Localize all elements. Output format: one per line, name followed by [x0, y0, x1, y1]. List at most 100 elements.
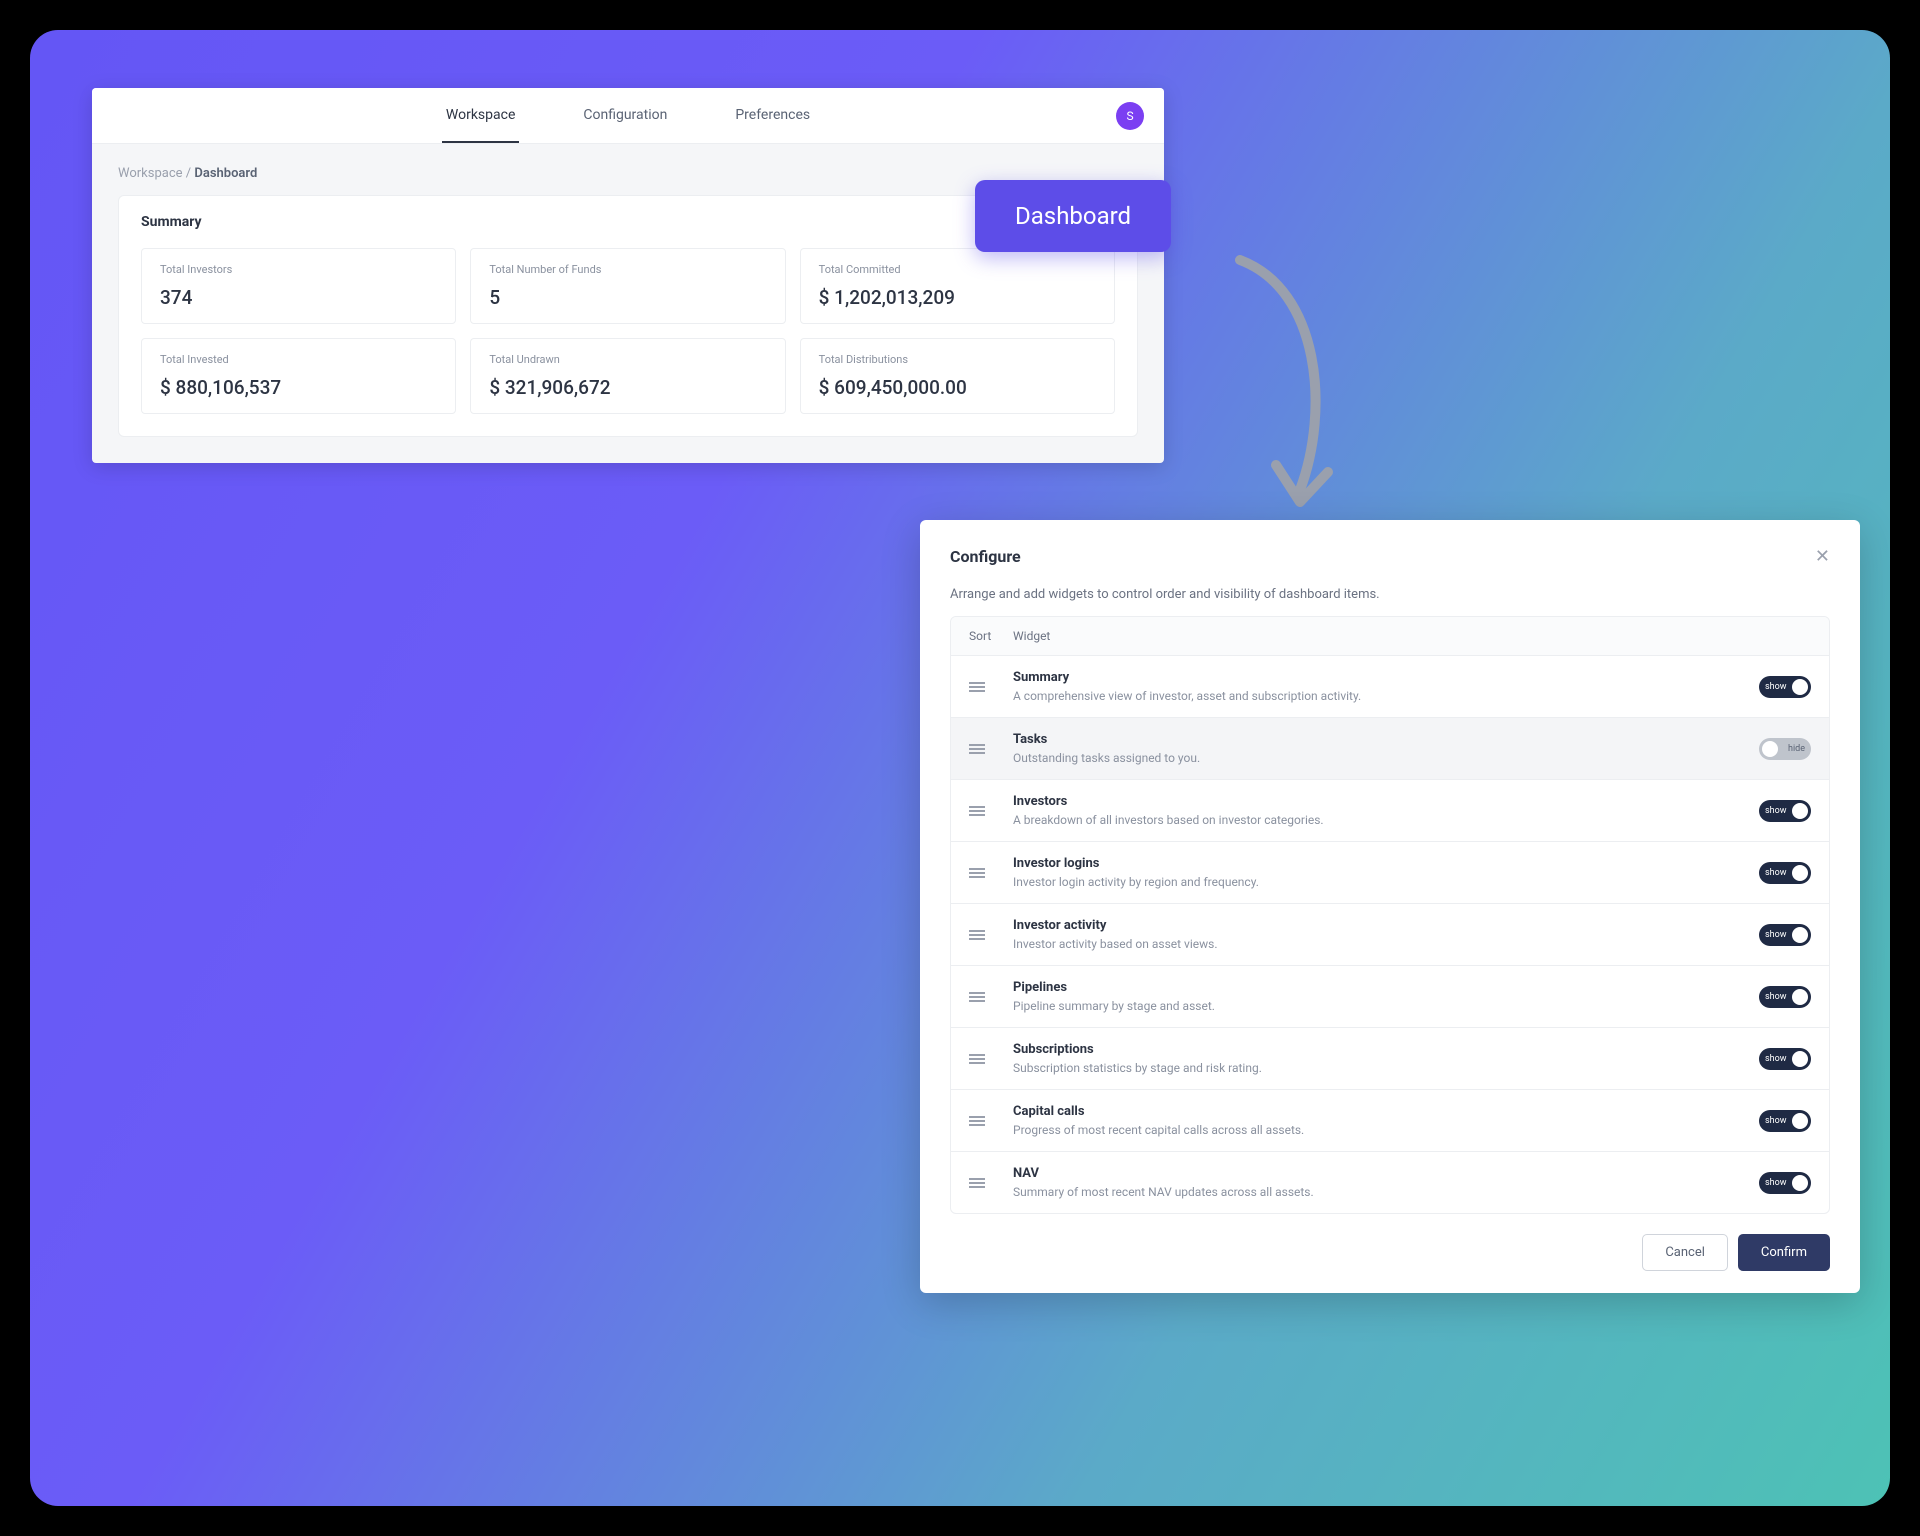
widget-name: Investor activity	[1013, 918, 1759, 933]
stat-card: Total Number of Funds 5	[470, 248, 785, 324]
widget-row: Pipelines Pipeline summary by stage and a…	[951, 966, 1829, 1028]
widget-desc: Outstanding tasks assigned to you.	[1013, 751, 1759, 765]
dashboard-badge: Dashboard	[975, 180, 1171, 252]
toggle-knob	[1792, 1175, 1808, 1191]
configure-panel: Configure ✕ Arrange and add widgets to c…	[920, 520, 1860, 1293]
toggle-label: show	[1765, 1178, 1787, 1188]
configure-footer: Cancel Confirm	[950, 1234, 1830, 1271]
stat-card: Total Invested $ 880,106,537	[141, 338, 456, 414]
widget-name: Capital calls	[1013, 1104, 1759, 1119]
canvas: Workspace Configuration Preferences S Wo…	[30, 30, 1890, 1506]
widget-desc: Progress of most recent capital calls ac…	[1013, 1123, 1759, 1137]
widget-name: Investor logins	[1013, 856, 1759, 871]
widget-list: Sort Widget SummaryA comprehensive view …	[950, 616, 1830, 1214]
stat-value: $ 321,906,672	[489, 376, 766, 399]
tab-bar: Workspace Configuration Preferences S	[92, 88, 1164, 144]
toggle-knob	[1792, 865, 1808, 881]
visibility-toggle[interactable]: show	[1759, 1048, 1811, 1070]
drag-handle-icon[interactable]	[969, 742, 1013, 756]
widget-row: NAV Summary of most recent NAV updates ac…	[951, 1152, 1829, 1213]
drag-handle-icon[interactable]	[969, 928, 1013, 942]
widget-row: Tasks Outstanding tasks assigned to you. h…	[951, 718, 1829, 780]
stat-label: Total Distributions	[819, 353, 1096, 366]
stat-label: Total Committed	[819, 263, 1096, 276]
toggle-knob	[1792, 1113, 1808, 1129]
toggle-label: show	[1765, 806, 1787, 816]
stat-label: Total Invested	[160, 353, 437, 366]
widget-name: Investors	[1013, 794, 1759, 809]
widget-name: Tasks	[1013, 732, 1759, 747]
head-widget: Widget	[1013, 629, 1050, 643]
tab-preferences[interactable]: Preferences	[731, 89, 814, 143]
stat-card: Total Investors 374	[141, 248, 456, 324]
widget-name: Pipelines	[1013, 980, 1759, 995]
stat-value: 5	[489, 286, 766, 309]
widget-desc: Investor login activity by region and fr…	[1013, 875, 1759, 889]
breadcrumb-sep: /	[186, 166, 191, 181]
widget-row: Capital calls Progress of most recent cap…	[951, 1090, 1829, 1152]
drag-handle-icon[interactable]	[969, 1176, 1013, 1190]
toggle-knob	[1762, 741, 1778, 757]
drag-handle-icon[interactable]	[969, 866, 1013, 880]
drag-handle-icon[interactable]	[969, 1114, 1013, 1128]
toggle-label: show	[1765, 992, 1787, 1002]
configure-description: Arrange and add widgets to control order…	[950, 587, 1830, 602]
toggle-knob	[1792, 927, 1808, 943]
stat-value: $ 609,450,000.00	[819, 376, 1096, 399]
configure-title: Configure	[950, 547, 1021, 566]
visibility-toggle[interactable]: show	[1759, 986, 1811, 1008]
toggle-label: show	[1765, 682, 1787, 692]
drag-handle-icon[interactable]	[969, 1052, 1013, 1066]
visibility-toggle[interactable]: show	[1759, 862, 1811, 884]
tab-workspace[interactable]: Workspace	[442, 89, 520, 143]
toggle-label: show	[1765, 1054, 1787, 1064]
widget-desc: Pipeline summary by stage and asset.	[1013, 999, 1759, 1013]
avatar[interactable]: S	[1116, 102, 1144, 130]
stat-value: $ 1,202,013,209	[819, 286, 1096, 309]
breadcrumb-root[interactable]: Workspace	[118, 166, 183, 181]
widget-row: Investor activity Investor activity based…	[951, 904, 1829, 966]
stat-label: Total Undrawn	[489, 353, 766, 366]
stat-value: 374	[160, 286, 437, 309]
widget-row: InvestorsA breakdown of all investors ba…	[951, 780, 1829, 842]
toggle-label: show	[1765, 930, 1787, 940]
visibility-toggle[interactable]: show	[1759, 924, 1811, 946]
breadcrumb-current: Dashboard	[194, 166, 257, 181]
widget-desc: A comprehensive view of investor, asset …	[1013, 689, 1759, 703]
summary-title: Summary	[141, 214, 1115, 230]
widget-desc: Investor activity based on asset views.	[1013, 937, 1759, 951]
tab-configuration[interactable]: Configuration	[579, 89, 671, 143]
widget-name: NAV	[1013, 1166, 1759, 1181]
toggle-knob	[1792, 989, 1808, 1005]
visibility-toggle[interactable]: show	[1759, 1172, 1811, 1194]
visibility-toggle[interactable]: show	[1759, 676, 1811, 698]
drag-handle-icon[interactable]	[969, 680, 1013, 694]
widget-row: Subscriptions Subscription statistics by …	[951, 1028, 1829, 1090]
visibility-toggle[interactable]: hide	[1759, 738, 1811, 760]
stat-card: Total Undrawn $ 321,906,672	[470, 338, 785, 414]
visibility-toggle[interactable]: show	[1759, 1110, 1811, 1132]
stat-label: Total Number of Funds	[489, 263, 766, 276]
drag-handle-icon[interactable]	[969, 990, 1013, 1004]
cancel-button[interactable]: Cancel	[1642, 1234, 1728, 1271]
widget-row: Investor logins Investor login activity b…	[951, 842, 1829, 904]
stats-grid: Total Investors 374 Total Number of Funds 5…	[141, 248, 1115, 414]
widget-name: Subscriptions	[1013, 1042, 1759, 1057]
stat-label: Total Investors	[160, 263, 437, 276]
stat-card: Total Distributions $ 609,450,000.00	[800, 338, 1115, 414]
visibility-toggle[interactable]: show	[1759, 800, 1811, 822]
toggle-label: hide	[1788, 744, 1805, 754]
stat-value: $ 880,106,537	[160, 376, 437, 399]
widget-row: SummaryA comprehensive view of investor,…	[951, 656, 1829, 718]
widget-head: Sort Widget	[951, 617, 1829, 656]
widget-desc: Summary of most recent NAV updates acros…	[1013, 1185, 1759, 1199]
toggle-knob	[1792, 679, 1808, 695]
confirm-button[interactable]: Confirm	[1738, 1234, 1830, 1271]
widget-desc: Subscription statistics by stage and ris…	[1013, 1061, 1759, 1075]
toggle-label: show	[1765, 1116, 1787, 1126]
close-icon[interactable]: ✕	[1815, 546, 1830, 567]
stat-card: Total Committed $ 1,202,013,209	[800, 248, 1115, 324]
dashboard-panel: Workspace Configuration Preferences S Wo…	[92, 88, 1164, 463]
drag-handle-icon[interactable]	[969, 804, 1013, 818]
toggle-knob	[1792, 803, 1808, 819]
